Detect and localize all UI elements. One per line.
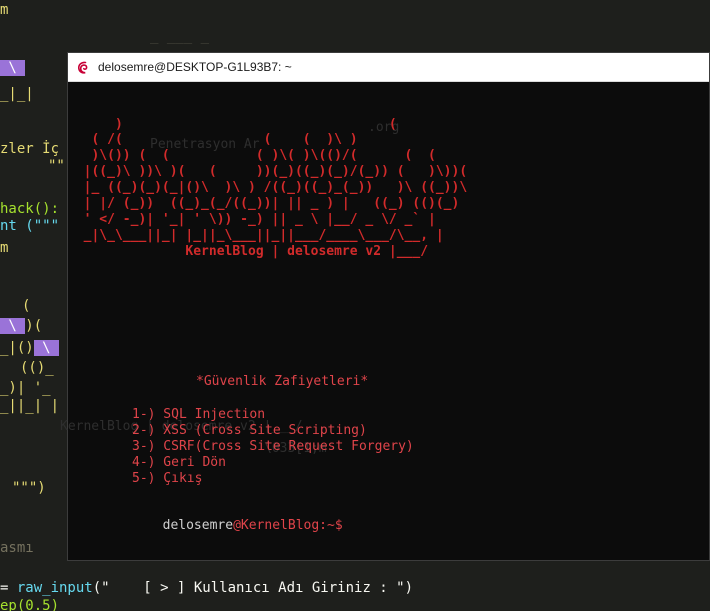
menu-item-back: 4-) Geri Dön — [132, 455, 226, 470]
ascii-banner-line: ' </ -_)| '_| ' \)) -_) || _ \ |__/ _ \/… — [68, 212, 436, 227]
menu-item-sql-injection: 1-) SQL Injection — [132, 407, 266, 422]
code-line: ep(0.5) — [0, 598, 60, 611]
code-line: ( — [22, 298, 31, 314]
ascii-banner-line: )\()) ( ( ( )\( )\(()/( ( ( — [68, 148, 436, 163]
menu-item-xss: 2-) XSS (Cross Site Scripting) — [132, 423, 367, 438]
terminal-content[interactable]: .org Penetrasyon Ar KernelBlog | delosem… — [60, 82, 709, 561]
code-line: _|_| — [0, 86, 34, 102]
selection-highlight: \ — [0, 318, 26, 334]
prompt-user: delosemre — [162, 518, 234, 533]
code-line: _)| '_ — [0, 380, 51, 396]
menu-item-csrf: 3-) CSRF(Cross Site Request Forgery) — [132, 439, 414, 454]
code-line: \ )( — [0, 318, 43, 334]
menu-title: *Güvenlik Zafiyetleri* — [196, 374, 369, 389]
ascii-banner-line: |((_)\ ))\ )( ( ))(_)((_)(_)/(_)) ( )\))… — [68, 164, 468, 179]
terminal-window[interactable]: delosemre@DESKTOP-G1L93B7: ~ .org Penetr… — [60, 52, 710, 561]
code-line: _||_| | — [0, 398, 60, 414]
selection-highlight: \ — [33, 340, 60, 356]
code-line: m — [0, 2, 9, 18]
selection-highlight: \ — [0, 60, 26, 76]
desktop: _ ___ _ m \ _|_| zler İç "" hack(): nt (… — [0, 0, 710, 611]
code-line: asmı — [0, 540, 34, 556]
code-line: nt (""" — [0, 218, 60, 234]
code-line: = raw_input(" [ > ] Kullanıcı Adı Girini… — [0, 580, 414, 596]
prompt-host: @KernelBlog:~$ — [233, 518, 343, 533]
ascii-banner-line: ) ( — [68, 117, 397, 132]
code-line: hack(): — [0, 201, 60, 217]
menu-item-exit: 5-) Çıkış — [132, 471, 203, 486]
ascii-banner-line: |_ ((_)(_)(_|()\ )\ ) /((_)((_)_(_)) )\ … — [68, 180, 468, 195]
code-line: _|() \ — [0, 340, 60, 356]
ascii-banner-line: _|\_\___||_| |_||_\___||_||___/____\___/… — [68, 228, 444, 243]
code-line: (()_ — [20, 360, 54, 376]
editor-ghost-text: _ ___ _ — [150, 28, 210, 44]
code-line: """) — [12, 480, 46, 496]
window-title: delosemre@DESKTOP-G1L93B7: ~ — [98, 60, 292, 74]
ascii-banner-line: ( /( ( ( )\ ) — [68, 132, 358, 147]
debian-swirl-icon — [77, 61, 88, 74]
title-bar[interactable]: delosemre@DESKTOP-G1L93B7: ~ — [68, 53, 709, 82]
ascii-banner-line: | |/ (_)) ((_)_(_/((_))| || _ ) | ((_) (… — [68, 196, 460, 211]
code-line: \ — [0, 60, 26, 76]
code-line: zler İç — [0, 141, 60, 157]
code-line: "" — [48, 158, 65, 174]
code-line: m — [0, 240, 9, 256]
ascii-banner-tagline: KernelBlog | delosemre v2 |___/ — [68, 244, 429, 259]
shell-prompt[interactable]: delosemre@KernelBlog:~$ — [100, 503, 343, 548]
